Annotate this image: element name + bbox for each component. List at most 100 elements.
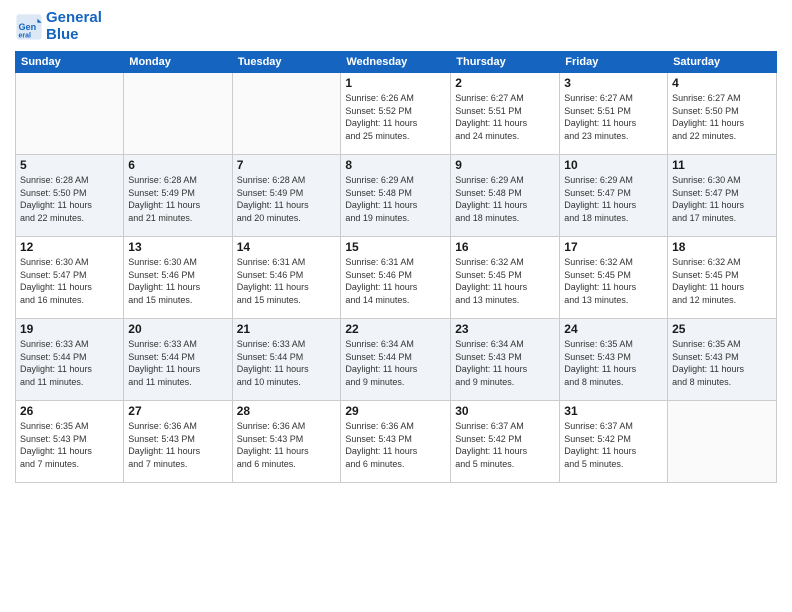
calendar-cell: 5 Sunrise: 6:28 AM Sunset: 5:50 PM Daylig…	[16, 155, 124, 237]
day-number: 6	[128, 158, 227, 172]
day-number: 19	[20, 322, 119, 336]
calendar-day-header: Friday	[560, 52, 668, 73]
day-info: Sunrise: 6:33 AM Sunset: 5:44 PM Dayligh…	[237, 338, 337, 388]
day-number: 29	[345, 404, 446, 418]
calendar-cell: 19 Sunrise: 6:33 AM Sunset: 5:44 PM Dayli…	[16, 319, 124, 401]
calendar-cell: 29 Sunrise: 6:36 AM Sunset: 5:43 PM Dayli…	[341, 401, 451, 483]
svg-text:eral: eral	[19, 32, 32, 39]
day-info: Sunrise: 6:33 AM Sunset: 5:44 PM Dayligh…	[20, 338, 119, 388]
day-info: Sunrise: 6:34 AM Sunset: 5:44 PM Dayligh…	[345, 338, 446, 388]
calendar-cell: 2Sunrise: 6:27 AM Sunset: 5:51 PM Daylig…	[451, 73, 560, 155]
calendar-cell: 24 Sunrise: 6:35 AM Sunset: 5:43 PM Dayli…	[560, 319, 668, 401]
day-info: Sunrise: 6:28 AM Sunset: 5:49 PM Dayligh…	[128, 174, 227, 224]
day-number: 25	[672, 322, 772, 336]
day-number: 12	[20, 240, 119, 254]
day-number: 26	[20, 404, 119, 418]
calendar-week-row: 1 Sunrise: 6:26 AM Sunset: 5:52 PM Daylig…	[16, 73, 777, 155]
calendar-cell: 9Sunrise: 6:29 AM Sunset: 5:48 PM Daylig…	[451, 155, 560, 237]
calendar-cell: 18Sunrise: 6:32 AM Sunset: 5:45 PM Dayli…	[668, 237, 777, 319]
page: Gen eral General Blue SundayMondayTuesda…	[0, 0, 792, 612]
day-number: 8	[345, 158, 446, 172]
calendar-cell: 6 Sunrise: 6:28 AM Sunset: 5:49 PM Daylig…	[124, 155, 232, 237]
day-info: Sunrise: 6:28 AM Sunset: 5:50 PM Dayligh…	[20, 174, 119, 224]
calendar-cell: 8 Sunrise: 6:29 AM Sunset: 5:48 PM Daylig…	[341, 155, 451, 237]
day-info: Sunrise: 6:37 AM Sunset: 5:42 PM Dayligh…	[564, 420, 663, 470]
day-number: 1	[345, 76, 446, 90]
day-number: 3	[564, 76, 663, 90]
svg-text:Gen: Gen	[19, 21, 37, 31]
calendar-cell	[232, 73, 341, 155]
calendar-week-row: 19 Sunrise: 6:33 AM Sunset: 5:44 PM Dayli…	[16, 319, 777, 401]
calendar-cell: 4Sunrise: 6:27 AM Sunset: 5:50 PM Daylig…	[668, 73, 777, 155]
day-number: 16	[455, 240, 555, 254]
day-info: Sunrise: 6:36 AM Sunset: 5:43 PM Dayligh…	[128, 420, 227, 470]
calendar-cell: 1 Sunrise: 6:26 AM Sunset: 5:52 PM Daylig…	[341, 73, 451, 155]
day-number: 11	[672, 158, 772, 172]
calendar-cell	[124, 73, 232, 155]
day-number: 28	[237, 404, 337, 418]
calendar-cell: 27Sunrise: 6:36 AM Sunset: 5:43 PM Dayli…	[124, 401, 232, 483]
day-info: Sunrise: 6:32 AM Sunset: 5:45 PM Dayligh…	[564, 256, 663, 306]
calendar-cell: 17 Sunrise: 6:32 AM Sunset: 5:45 PM Dayli…	[560, 237, 668, 319]
calendar-cell: 15 Sunrise: 6:31 AM Sunset: 5:46 PM Dayli…	[341, 237, 451, 319]
day-number: 21	[237, 322, 337, 336]
day-info: Sunrise: 6:35 AM Sunset: 5:43 PM Dayligh…	[672, 338, 772, 388]
day-number: 5	[20, 158, 119, 172]
day-number: 18	[672, 240, 772, 254]
day-info: Sunrise: 6:30 AM Sunset: 5:47 PM Dayligh…	[672, 174, 772, 224]
day-info: Sunrise: 6:36 AM Sunset: 5:43 PM Dayligh…	[345, 420, 446, 470]
logo: Gen eral General Blue	[15, 10, 102, 43]
day-info: Sunrise: 6:36 AM Sunset: 5:43 PM Dayligh…	[237, 420, 337, 470]
calendar-cell: 26 Sunrise: 6:35 AM Sunset: 5:43 PM Dayli…	[16, 401, 124, 483]
calendar-cell	[16, 73, 124, 155]
logo-text: General Blue	[46, 10, 102, 43]
calendar-day-header: Sunday	[16, 52, 124, 73]
day-info: Sunrise: 6:29 AM Sunset: 5:48 PM Dayligh…	[345, 174, 446, 224]
calendar-cell: 7Sunrise: 6:28 AM Sunset: 5:49 PM Daylig…	[232, 155, 341, 237]
calendar-week-row: 12Sunrise: 6:30 AM Sunset: 5:47 PM Dayli…	[16, 237, 777, 319]
day-number: 24	[564, 322, 663, 336]
calendar-cell	[668, 401, 777, 483]
day-info: Sunrise: 6:26 AM Sunset: 5:52 PM Dayligh…	[345, 92, 446, 142]
calendar-cell: 23Sunrise: 6:34 AM Sunset: 5:43 PM Dayli…	[451, 319, 560, 401]
day-info: Sunrise: 6:31 AM Sunset: 5:46 PM Dayligh…	[345, 256, 446, 306]
calendar-table: SundayMondayTuesdayWednesdayThursdayFrid…	[15, 51, 777, 483]
calendar-day-header: Wednesday	[341, 52, 451, 73]
day-info: Sunrise: 6:35 AM Sunset: 5:43 PM Dayligh…	[564, 338, 663, 388]
calendar-week-row: 26 Sunrise: 6:35 AM Sunset: 5:43 PM Dayli…	[16, 401, 777, 483]
day-info: Sunrise: 6:37 AM Sunset: 5:42 PM Dayligh…	[455, 420, 555, 470]
day-number: 22	[345, 322, 446, 336]
calendar-cell: 25 Sunrise: 6:35 AM Sunset: 5:43 PM Dayli…	[668, 319, 777, 401]
calendar-cell: 31 Sunrise: 6:37 AM Sunset: 5:42 PM Dayli…	[560, 401, 668, 483]
calendar-week-row: 5 Sunrise: 6:28 AM Sunset: 5:50 PM Daylig…	[16, 155, 777, 237]
calendar-cell: 12Sunrise: 6:30 AM Sunset: 5:47 PM Dayli…	[16, 237, 124, 319]
day-number: 20	[128, 322, 227, 336]
day-number: 23	[455, 322, 555, 336]
day-info: Sunrise: 6:27 AM Sunset: 5:51 PM Dayligh…	[564, 92, 663, 142]
calendar-day-header: Saturday	[668, 52, 777, 73]
day-info: Sunrise: 6:29 AM Sunset: 5:47 PM Dayligh…	[564, 174, 663, 224]
day-info: Sunrise: 6:31 AM Sunset: 5:46 PM Dayligh…	[237, 256, 337, 306]
day-number: 15	[345, 240, 446, 254]
day-number: 2	[455, 76, 555, 90]
calendar-day-header: Thursday	[451, 52, 560, 73]
header: Gen eral General Blue	[15, 10, 777, 43]
calendar-cell: 16Sunrise: 6:32 AM Sunset: 5:45 PM Dayli…	[451, 237, 560, 319]
day-number: 31	[564, 404, 663, 418]
day-number: 10	[564, 158, 663, 172]
day-number: 7	[237, 158, 337, 172]
calendar-cell: 30Sunrise: 6:37 AM Sunset: 5:42 PM Dayli…	[451, 401, 560, 483]
day-number: 17	[564, 240, 663, 254]
day-number: 14	[237, 240, 337, 254]
calendar-cell: 3 Sunrise: 6:27 AM Sunset: 5:51 PM Daylig…	[560, 73, 668, 155]
day-number: 13	[128, 240, 227, 254]
calendar-cell: 22 Sunrise: 6:34 AM Sunset: 5:44 PM Dayli…	[341, 319, 451, 401]
calendar-cell: 20Sunrise: 6:33 AM Sunset: 5:44 PM Dayli…	[124, 319, 232, 401]
calendar-header-row: SundayMondayTuesdayWednesdayThursdayFrid…	[16, 52, 777, 73]
day-number: 4	[672, 76, 772, 90]
calendar-cell: 10 Sunrise: 6:29 AM Sunset: 5:47 PM Dayli…	[560, 155, 668, 237]
day-info: Sunrise: 6:35 AM Sunset: 5:43 PM Dayligh…	[20, 420, 119, 470]
calendar-cell: 28 Sunrise: 6:36 AM Sunset: 5:43 PM Dayli…	[232, 401, 341, 483]
calendar-cell: 21 Sunrise: 6:33 AM Sunset: 5:44 PM Dayli…	[232, 319, 341, 401]
calendar-day-header: Monday	[124, 52, 232, 73]
